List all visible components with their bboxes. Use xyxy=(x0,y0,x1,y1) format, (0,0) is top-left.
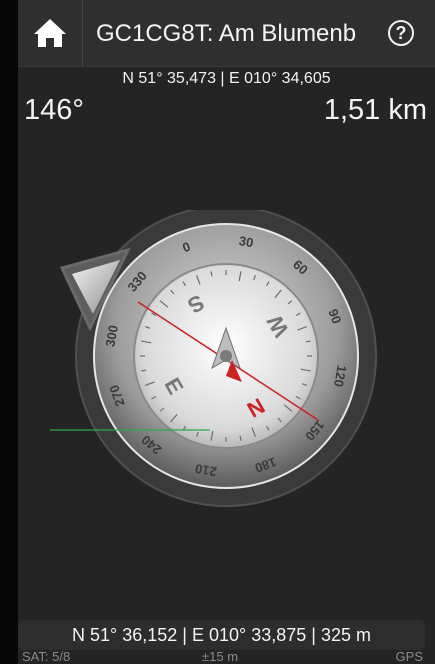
help-icon: ? xyxy=(395,22,407,43)
header-bar: GC1CG8T: Am Blumenb ? xyxy=(18,0,435,67)
home-icon xyxy=(34,19,66,47)
bezel-label: 30 xyxy=(238,233,255,250)
accuracy: ±15 m xyxy=(202,649,239,664)
inner-tick xyxy=(141,369,147,372)
location-source: GPS xyxy=(395,649,423,664)
inner-tick xyxy=(305,340,311,343)
compass-dial: 0 306090120150180210240270300330 NESW xyxy=(0,205,377,507)
app-screen: GC1CG8T: Am Blumenb ? N 51° 35,473 | E 0… xyxy=(0,0,435,664)
inner-tick xyxy=(210,271,213,277)
help-button[interactable]: ? xyxy=(388,20,414,46)
home-button[interactable] xyxy=(18,0,83,66)
current-position: N 51° 36,152 | E 010° 33,875 | 325 m xyxy=(72,624,371,645)
bearing-value: 146° xyxy=(24,94,84,126)
cache-title: GC1CG8T: Am Blumenb xyxy=(96,20,357,47)
distance-value: 1,51 km xyxy=(323,94,427,126)
current-position-bar: N 51° 36,152 | E 010° 33,875 | 325 m xyxy=(18,620,425,650)
left-edge-strip xyxy=(0,0,18,664)
compass-widget: 0 30 60 90 120 150 180 210 240 270 300 330 NESW xyxy=(0,205,390,510)
satellite-count: SAT: 5/8 xyxy=(22,649,71,664)
inner-tick xyxy=(239,435,242,441)
target-coordinates: N 51° 35,473 | E 010° 34,605 xyxy=(122,70,331,87)
